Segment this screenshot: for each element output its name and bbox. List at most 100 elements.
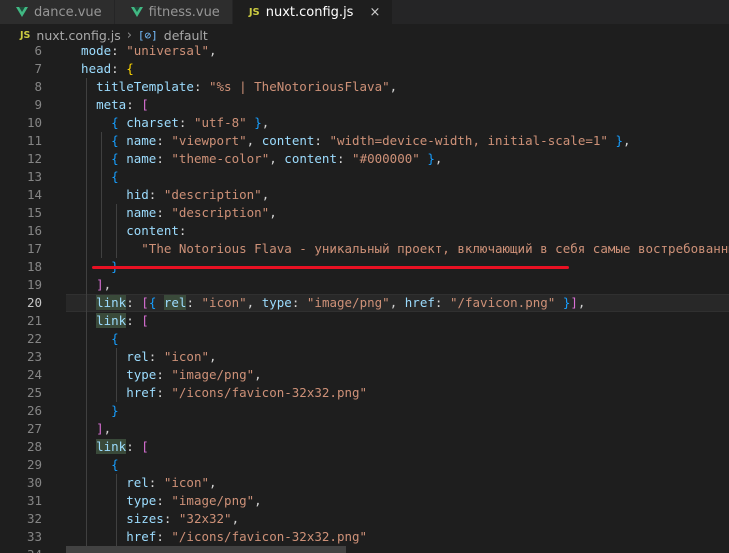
- code-line[interactable]: 11 { name: "viewport", content: "width=d…: [0, 132, 729, 150]
- line-number: 6: [34, 43, 42, 58]
- code-text: link: [: [66, 312, 149, 330]
- code-line[interactable]: 21 link: [: [0, 312, 729, 330]
- code-line[interactable]: 28 link: [: [0, 438, 729, 456]
- code-token: hid: [66, 187, 149, 202]
- code-token: :: [336, 151, 353, 166]
- code-token: ,: [269, 205, 277, 220]
- code-token: charset: [118, 115, 179, 130]
- code-line[interactable]: 29 {: [0, 456, 729, 474]
- code-token: "width=device-width, initial-scale=1": [329, 133, 608, 148]
- code-token: href: [404, 295, 435, 310]
- code-line[interactable]: 30 rel: "icon",: [0, 474, 729, 492]
- code-token: ,: [389, 79, 398, 94]
- code-token: "icon": [163, 475, 210, 490]
- red-annotation-underline: [92, 266, 569, 269]
- code-token: "theme-color": [171, 151, 270, 166]
- code-line[interactable]: 22 {: [0, 330, 729, 348]
- code-token: [: [141, 97, 149, 112]
- code-line[interactable]: 12 { name: "theme-color", content: "#000…: [0, 150, 729, 168]
- code-line[interactable]: 10 { charset: "utf-8" },: [0, 114, 729, 132]
- code-token: "description": [171, 205, 270, 220]
- code-token: ,: [246, 133, 262, 148]
- tab-label: nuxt.config.js: [265, 4, 354, 20]
- line-number: 15: [26, 205, 42, 220]
- code-token: {: [111, 151, 119, 166]
- code-line[interactable]: 14 hid: "description",: [0, 186, 729, 204]
- tab-label: dance.vue: [34, 4, 102, 20]
- code-line[interactable]: 32 sizes: "32x32",: [0, 510, 729, 528]
- code-token: [: [141, 295, 149, 310]
- code-token: href: [66, 529, 157, 544]
- code-token: name: [118, 151, 157, 166]
- code-token: "description": [163, 187, 262, 202]
- code-token: {: [111, 331, 119, 346]
- code-token: sizes: [66, 511, 164, 526]
- code-text: link: [: [66, 438, 149, 456]
- code-token: mode: [66, 43, 112, 58]
- code-token: ,: [209, 349, 217, 364]
- code-line[interactable]: 19 ],: [0, 276, 729, 294]
- code-token: {: [111, 457, 119, 472]
- code-token: "image/png": [171, 493, 255, 508]
- code-line[interactable]: 15 name: "description",: [0, 204, 729, 222]
- code-token: ,: [269, 151, 285, 166]
- code-token: titleTemplate: [66, 79, 194, 94]
- code-token: ,: [103, 421, 112, 436]
- code-token: :: [314, 133, 330, 148]
- line-number: 28: [26, 439, 42, 454]
- breadcrumb-symbol[interactable]: default: [164, 28, 208, 43]
- code-token: content: [284, 151, 337, 166]
- code-line[interactable]: 26 }: [0, 402, 729, 420]
- code-line[interactable]: 31 type: "image/png",: [0, 492, 729, 510]
- code-line[interactable]: 6 mode: "universal",: [0, 42, 729, 60]
- code-token: ,: [103, 277, 112, 292]
- code-token: "image/png": [171, 367, 255, 382]
- code-line[interactable]: 33 href: "/icons/favicon-32x32.png": [0, 528, 729, 546]
- code-token: "utf-8": [193, 115, 247, 130]
- code-line[interactable]: 25 href: "/icons/favicon-32x32.png": [0, 384, 729, 402]
- code-line[interactable]: 27 ],: [0, 420, 729, 438]
- code-text: type: "image/png",: [66, 492, 262, 510]
- tab-dance-vue[interactable]: dance.vue: [0, 0, 115, 24]
- code-token: :: [126, 313, 142, 328]
- vue-file-icon: [16, 7, 28, 17]
- code-line[interactable]: 7 head: {: [0, 60, 729, 78]
- code-token: ]: [96, 421, 104, 436]
- line-number: 31: [26, 493, 42, 508]
- line-number: 8: [34, 79, 42, 94]
- breadcrumb-file[interactable]: nuxt.config.js: [36, 28, 120, 43]
- code-line[interactable]: 9 meta: [: [0, 96, 729, 114]
- code-editor[interactable]: 6 mode: "universal", 7 head: {8 titleTemp…: [0, 42, 729, 553]
- code-token: {: [111, 169, 119, 184]
- code-token: ,: [254, 367, 262, 382]
- line-number: 21: [26, 313, 42, 328]
- tab-label: fitness.vue: [148, 4, 220, 20]
- line-number: 34: [0, 546, 42, 553]
- code-line[interactable]: 8 titleTemplate: "%s | TheNotoriousFlava…: [0, 78, 729, 96]
- tab-nuxt-config-js[interactable]: JS nuxt.config.js ×: [232, 0, 394, 24]
- code-line[interactable]: 23 rel: "icon",: [0, 348, 729, 366]
- code-line[interactable]: 20 link: [{ rel: "icon", type: "image/pn…: [0, 294, 729, 312]
- code-text: hid: "description",: [66, 186, 269, 204]
- code-line[interactable]: 13 {: [0, 168, 729, 186]
- code-line[interactable]: 16 content:: [0, 222, 729, 240]
- code-line[interactable]: 24 type: "image/png",: [0, 366, 729, 384]
- code-token: ]: [96, 277, 104, 292]
- horizontal-scrollbar[interactable]: [66, 546, 346, 553]
- code-line[interactable]: 17 "The Notorious Flava - уникальный про…: [0, 240, 729, 258]
- code-token: "viewport": [171, 133, 247, 148]
- code-token: href: [66, 385, 157, 400]
- tab-fitness-vue[interactable]: fitness.vue: [114, 0, 233, 24]
- close-icon[interactable]: ×: [369, 5, 380, 20]
- line-number: 14: [26, 187, 42, 202]
- code-token: ,: [246, 295, 262, 310]
- line-number: 9: [34, 97, 42, 112]
- code-token: type: [261, 295, 292, 310]
